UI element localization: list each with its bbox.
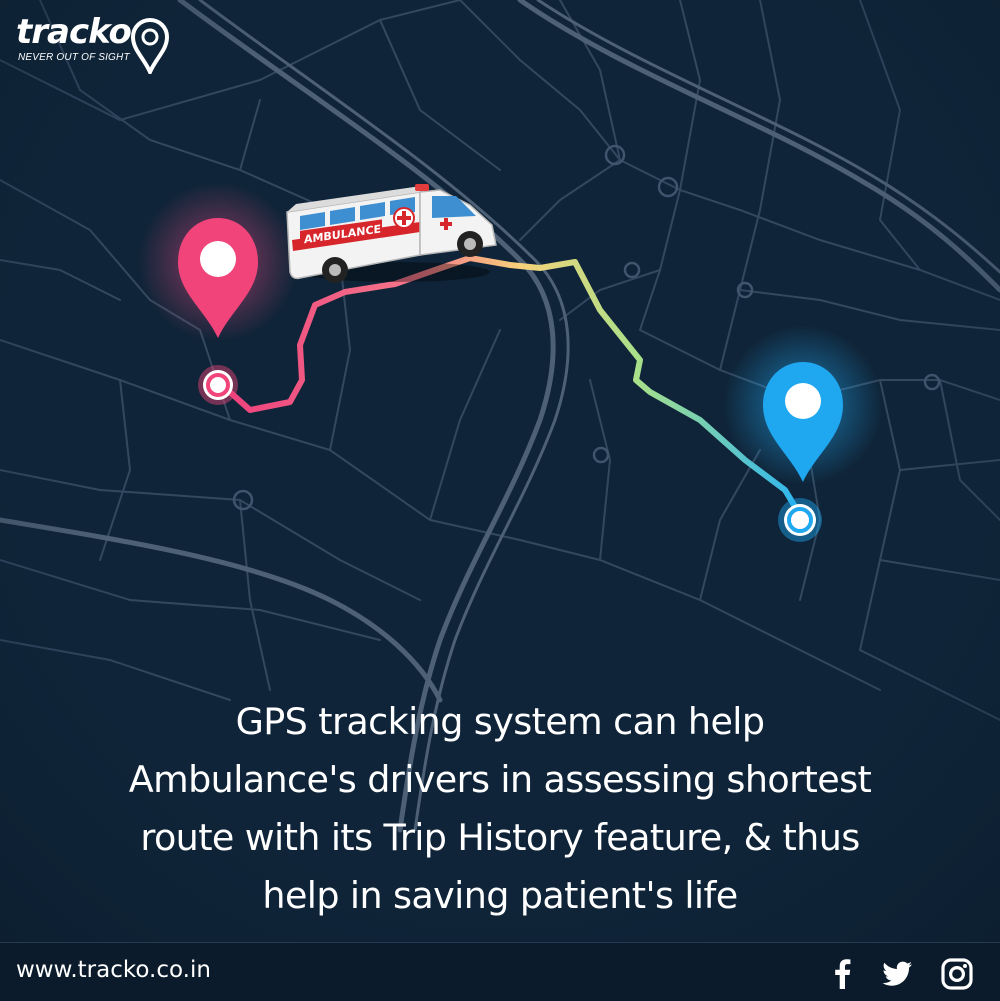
footer-bar: www.tracko.co.in bbox=[0, 942, 1000, 1001]
headline-line: route with its Trip History feature, & t… bbox=[140, 816, 860, 859]
facebook-icon[interactable] bbox=[826, 957, 860, 991]
headline: GPS tracking system can help Ambulance's… bbox=[20, 693, 980, 925]
headline-line: Ambulance's drivers in assessing shortes… bbox=[128, 758, 872, 801]
twitter-icon[interactable] bbox=[880, 957, 914, 991]
logo-pin-icon bbox=[130, 18, 170, 74]
brand-logo[interactable]: tracko NEVER OUT OF SIGHT bbox=[16, 12, 176, 74]
headline-line: help in saving patient's life bbox=[262, 874, 738, 917]
brand-tagline: NEVER OUT OF SIGHT bbox=[18, 52, 130, 63]
headline-line: GPS tracking system can help bbox=[235, 700, 765, 743]
instagram-icon[interactable] bbox=[940, 957, 974, 991]
website-link[interactable]: www.tracko.co.in bbox=[16, 957, 211, 983]
brand-name: tracko bbox=[16, 12, 132, 52]
